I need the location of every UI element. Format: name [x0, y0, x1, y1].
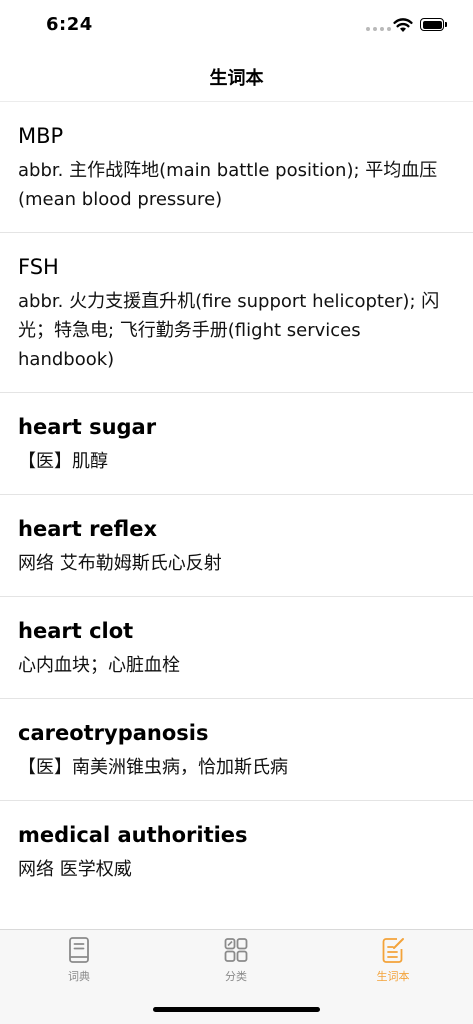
tab-vocabulary-book[interactable]: 生词本 [348, 936, 438, 984]
entry-definition: 【医】南美洲锥虫病，恰加斯氏病 [18, 757, 288, 778]
entry-word: FSH [18, 255, 59, 279]
entry-definition: abbr. 火力支援直升机(fire support helicopter); … [18, 291, 440, 370]
navigation-bar: 生词本 [0, 52, 473, 100]
tab-dictionary[interactable]: 词典 [34, 936, 124, 984]
wifi-icon [393, 18, 413, 32]
entry-word: heart sugar [18, 415, 157, 439]
status-bar: 6:24 [0, 0, 473, 52]
list-item-word-entry[interactable]: FSH abbr. 火力支援直升机(fire support helicopte… [0, 232, 473, 392]
entry-definition: 【医】肌醇 [18, 451, 108, 472]
entry-word: MBP [18, 124, 64, 148]
list-item-word-entry[interactable]: careotrypanosis 【医】南美洲锥虫病，恰加斯氏病 [0, 698, 473, 800]
list-item-word-entry[interactable]: MBP abbr. 主作战阵地(main battle position); 平… [0, 101, 473, 232]
entry-word: careotrypanosis [18, 721, 209, 745]
entry-definition: 网络 医学权威 [18, 859, 132, 880]
battery-icon [420, 18, 447, 31]
dictionary-book-icon [69, 937, 89, 963]
notebook-edit-icon [382, 938, 404, 963]
list-item-word-entry[interactable]: heart sugar 【医】肌醇 [0, 392, 473, 494]
entry-word: medical authorities [18, 823, 248, 847]
category-grid-icon [224, 938, 248, 962]
entry-definition: 网络 艾布勒姆斯氏心反射 [18, 553, 222, 574]
entry-definition: 心内血块；心脏血栓 [18, 655, 180, 676]
tab-category[interactable]: 分类 [191, 936, 281, 984]
entry-word: heart reflex [18, 517, 158, 541]
word-list[interactable]: MBP abbr. 主作战阵地(main battle position); 平… [0, 101, 473, 929]
entry-definition: abbr. 主作战阵地(main battle position); 平均血压(… [18, 160, 438, 210]
list-item-word-entry[interactable]: heart reflex 网络 艾布勒姆斯氏心反射 [0, 494, 473, 596]
tab-label: 分类 [225, 970, 247, 983]
list-item-word-entry[interactable]: medical authorities 网络 医学权威 [0, 800, 473, 902]
tab-label: 生词本 [376, 970, 410, 983]
list-item-word-entry[interactable]: heart clot 心内血块；心脏血栓 [0, 596, 473, 698]
page-title: 生词本 [209, 68, 264, 89]
tab-label: 词典 [68, 970, 90, 983]
home-indicator [153, 1007, 320, 1012]
entry-word: heart clot [18, 619, 134, 643]
status-time: 6:24 [46, 14, 93, 35]
cellular-signal-icon [366, 27, 391, 31]
